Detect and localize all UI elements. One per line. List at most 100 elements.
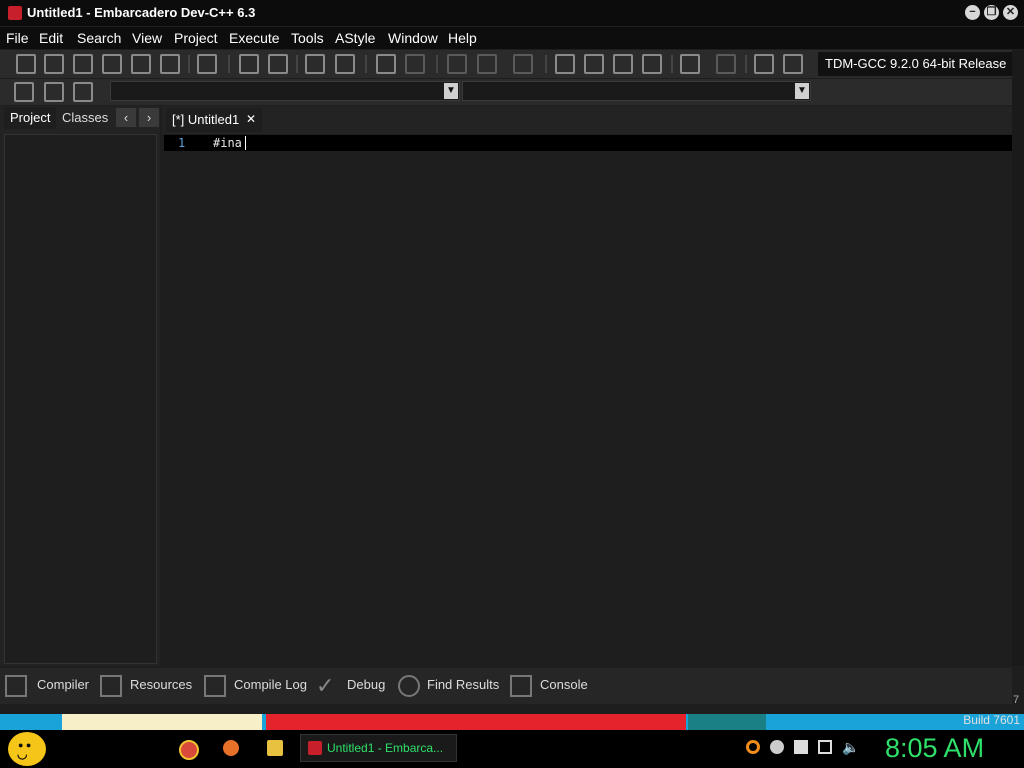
bottom-panel-tabs: Compiler Resources Compile Log ✓ Debug F… — [0, 668, 1012, 704]
menu-tools[interactable]: Tools — [291, 30, 324, 46]
menu-project[interactable]: Project — [174, 30, 218, 46]
save-all-icon[interactable] — [102, 54, 122, 74]
goto-line-icon[interactable] — [305, 54, 325, 74]
desktop-wallpaper-strip — [0, 714, 1024, 730]
close-tab-icon[interactable]: ✕ — [246, 109, 256, 129]
stop-execution-icon[interactable] — [716, 54, 736, 74]
tab-console[interactable]: Console — [540, 677, 588, 692]
chrome-icon[interactable] — [179, 740, 199, 760]
compiler-select[interactable]: TDM-GCC 9.2.0 64-bit Release — [818, 52, 1012, 76]
menu-window[interactable]: Window — [388, 30, 438, 46]
windows-build-text: Build 7601 — [963, 713, 1020, 727]
function-combo[interactable]: ▼ — [462, 81, 811, 101]
firefox-icon[interactable] — [223, 740, 239, 756]
menu-search[interactable]: Search — [77, 30, 121, 46]
toolbar-separator — [228, 55, 230, 73]
menu-edit[interactable]: Edit — [39, 30, 63, 46]
toggle-bookmark-icon[interactable] — [335, 54, 355, 74]
taskbar-app-label: Untitled1 - Embarca... — [327, 741, 444, 755]
code-line[interactable]: #ina — [213, 136, 242, 150]
toolbar-separator — [671, 55, 673, 73]
tab-project[interactable]: Project — [4, 107, 57, 129]
new-class-icon[interactable] — [14, 82, 34, 102]
debug-check-icon[interactable]: ✓ — [316, 673, 334, 699]
tab-compiler[interactable]: Compiler — [37, 677, 89, 692]
tab-compile-log[interactable]: Compile Log — [234, 677, 307, 692]
chevron-down-icon[interactable]: ▼ — [795, 83, 809, 99]
unindent-icon[interactable] — [477, 54, 497, 74]
taskbar-app-devcpp[interactable]: Untitled1 - Embarca... — [300, 734, 457, 762]
tab-resources[interactable]: Resources — [130, 677, 192, 692]
check-syntax-icon[interactable] — [680, 54, 700, 74]
minus-icon[interactable] — [770, 740, 784, 754]
folder-icon[interactable] — [267, 740, 283, 756]
window-icon[interactable] — [584, 54, 604, 74]
class-combo[interactable]: ▼ — [110, 81, 460, 101]
console-icon[interactable] — [510, 675, 532, 697]
menu-help[interactable]: Help — [448, 30, 477, 46]
chevron-left-icon[interactable]: ‹ — [116, 108, 136, 127]
undo-icon[interactable] — [376, 54, 396, 74]
minimize-button[interactable]: − — [965, 5, 980, 20]
taskbar-clock[interactable]: 8:05 AM — [885, 733, 984, 764]
new-file-icon[interactable] — [16, 54, 36, 74]
menu-astyle[interactable]: AStyle — [335, 30, 375, 46]
find-results-icon[interactable] — [398, 675, 420, 697]
devcpp-app-icon — [308, 741, 322, 755]
toolbar-separator — [365, 55, 367, 73]
replace-icon[interactable] — [268, 54, 288, 74]
tab-debug[interactable]: Debug — [347, 677, 385, 692]
redo-icon[interactable] — [405, 54, 425, 74]
taskbar — [0, 730, 1024, 768]
editor-file-tab[interactable]: [*] Untitled1 ✕ — [166, 108, 262, 132]
toolbar-separator — [436, 55, 438, 73]
menu-execute[interactable]: Execute — [229, 30, 280, 46]
network-icon[interactable] — [818, 740, 832, 754]
secondary-toolbar: ▼ ▼ — [0, 79, 1012, 105]
bookmark-icon[interactable] — [44, 82, 64, 102]
menu-file[interactable]: File — [6, 30, 29, 46]
close-button[interactable]: ✕ — [1003, 5, 1018, 20]
search-icon[interactable] — [746, 740, 760, 754]
menu-view[interactable]: View — [132, 30, 162, 46]
open-file-icon[interactable] — [44, 54, 64, 74]
profile-chart-icon[interactable] — [754, 54, 774, 74]
indent-icon[interactable] — [447, 54, 467, 74]
compile-log-icon[interactable] — [204, 675, 226, 697]
delete-profile-icon[interactable] — [783, 54, 803, 74]
resources-icon[interactable] — [100, 675, 122, 697]
action-center-flag-icon[interactable] — [794, 740, 808, 754]
find-icon[interactable] — [239, 54, 259, 74]
wallpaper-segment — [62, 714, 262, 730]
chevron-right-icon[interactable]: › — [139, 108, 159, 127]
tab-find-results[interactable]: Find Results — [427, 677, 499, 692]
volume-icon[interactable]: 🔈 — [842, 739, 859, 756]
toolbar-separator — [545, 55, 547, 73]
close-all-icon[interactable] — [160, 54, 180, 74]
bookmark-list-icon[interactable] — [73, 82, 93, 102]
maximize-button[interactable]: ❐ — [984, 5, 999, 20]
chevron-down-icon[interactable]: ▼ — [444, 83, 458, 99]
grid-view-icon[interactable] — [642, 54, 662, 74]
menu-bar: File Edit Search View Project Execute To… — [0, 27, 1024, 49]
print-icon[interactable] — [197, 54, 217, 74]
start-button-smiley-icon[interactable]: ● ● ◡ — [8, 732, 46, 766]
toolbar-separator — [745, 55, 747, 73]
comment-icon[interactable] — [513, 54, 533, 74]
wallpaper-segment — [688, 714, 766, 730]
window-title: Untitled1 - Embarcadero Dev-C++ 6.3 — [27, 5, 256, 20]
compiler-icon[interactable] — [5, 675, 27, 697]
close-file-icon[interactable] — [131, 54, 151, 74]
devcpp-app-icon — [8, 6, 22, 20]
line-number: 1 — [178, 136, 186, 150]
text-caret — [245, 136, 246, 150]
save-icon[interactable] — [73, 54, 93, 74]
title-bar: Untitled1 - Embarcadero Dev-C++ 6.3 − ❐ … — [0, 0, 1024, 26]
tile-windows-icon[interactable] — [555, 54, 575, 74]
vertical-scrollbar[interactable] — [1012, 50, 1024, 666]
tab-classes[interactable]: Classes — [56, 107, 114, 129]
calendar-grid-icon[interactable] — [613, 54, 633, 74]
code-editor[interactable] — [164, 134, 1012, 666]
wallpaper-segment — [266, 714, 686, 730]
project-tree[interactable] — [4, 134, 157, 664]
